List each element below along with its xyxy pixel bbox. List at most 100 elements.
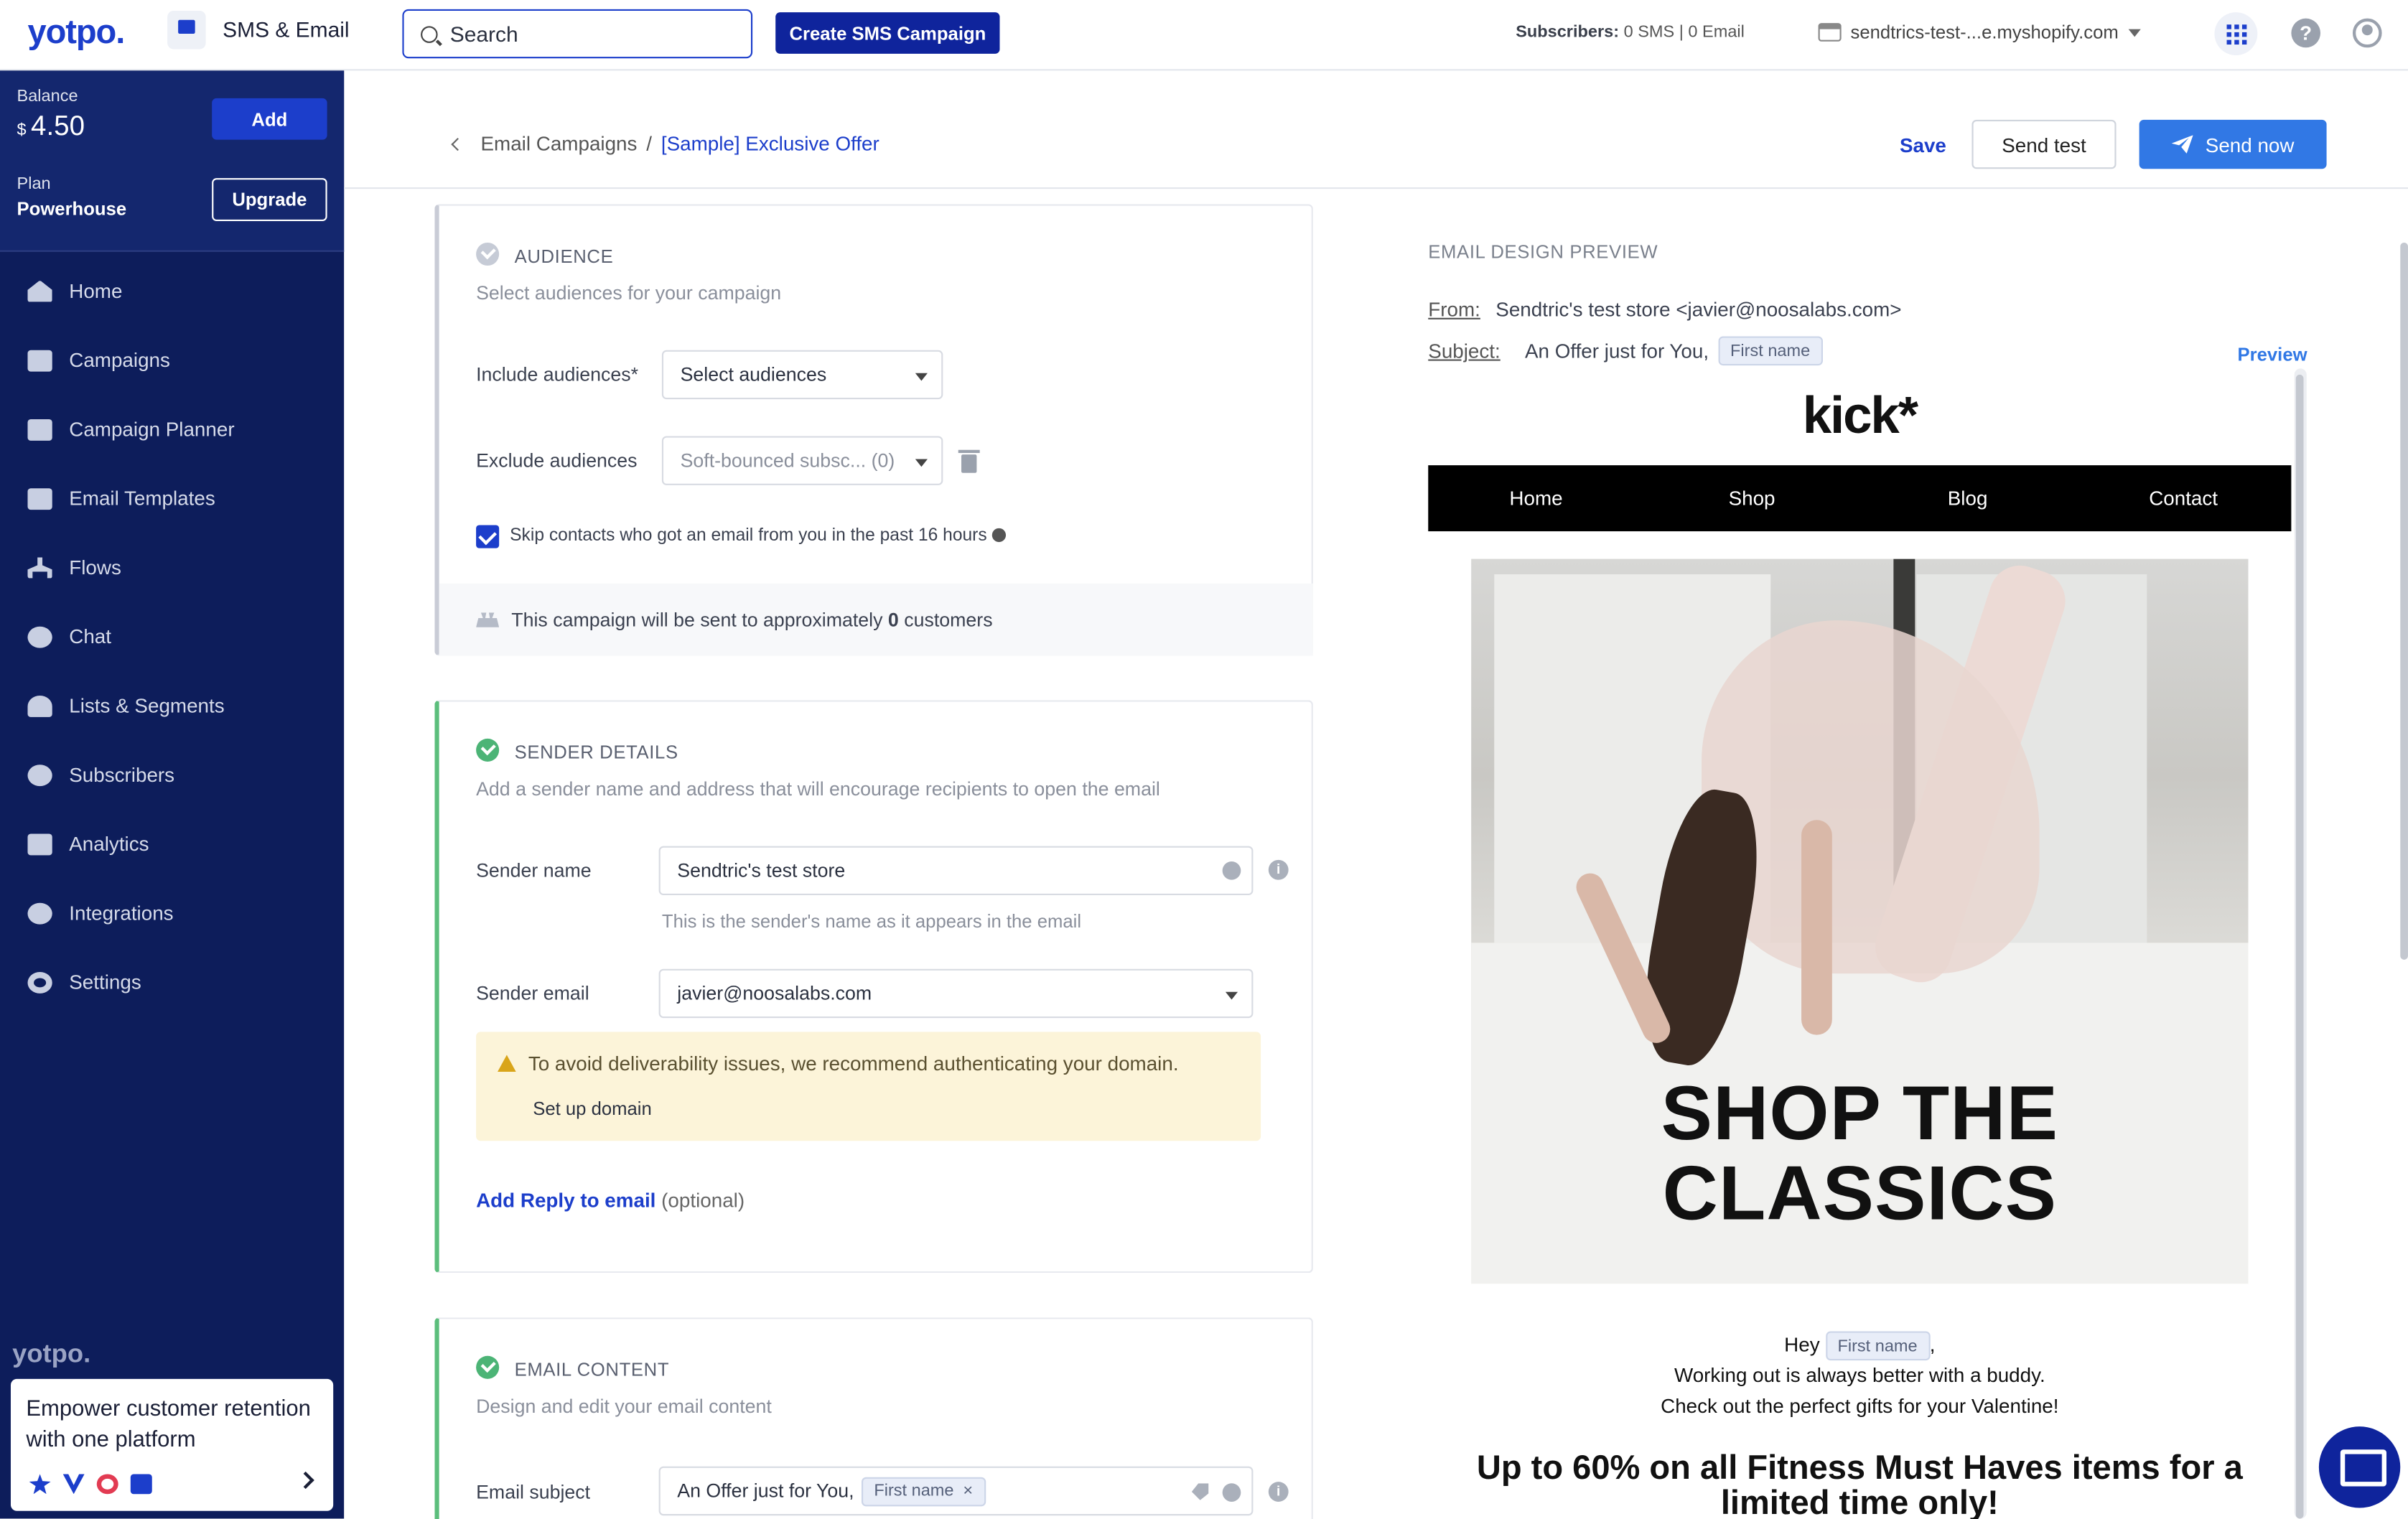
save-button[interactable]: Save (1900, 134, 1946, 156)
email-nav-home: Home (1509, 487, 1563, 510)
email-nav-contact: Contact (2149, 487, 2218, 510)
balance-panel: Balance $4.50 Add Plan Powerhouse Upgrad… (0, 70, 345, 252)
breadcrumb-separator: / (646, 131, 653, 156)
help-icon[interactable]: ? (2291, 18, 2321, 48)
sms-email-app-icon (167, 10, 206, 50)
page-scrollbar-thumb[interactable] (2400, 242, 2408, 960)
content-title: EMAIL CONTENT (514, 1359, 670, 1380)
chevron-right-icon (297, 1471, 314, 1490)
balance-value: $4.50 (17, 111, 85, 141)
preview-title: EMAIL DESIGN PREVIEW (1428, 240, 1658, 263)
skip-contacts-label: Skip contacts who got an email from you … (510, 527, 1006, 545)
plan-value: Powerhouse (17, 197, 127, 220)
email-promo-heading: Up to 60% on all Fitness Must Haves item… (1476, 1448, 2243, 1519)
sender-details-section: SENDER DETAILS Add a sender name and add… (434, 700, 1313, 1273)
send-now-button[interactable]: Send now (2139, 119, 2327, 169)
sidebar-item-campaigns[interactable]: Campaigns (0, 325, 344, 394)
chevron-down-icon (915, 373, 928, 381)
info-icon[interactable]: i (1268, 1482, 1289, 1502)
sidebar-item-analytics[interactable]: Analytics (0, 809, 344, 878)
skip-contacts-checkbox[interactable] (476, 525, 500, 548)
sender-email-label: Sender email (476, 982, 589, 1004)
chat-launcher-button[interactable] (2318, 1426, 2401, 1508)
upgrade-button[interactable]: Upgrade (212, 178, 327, 222)
sidebar-item-chat[interactable]: Chat (0, 602, 344, 670)
back-icon[interactable] (451, 136, 465, 151)
email-content-section: EMAIL CONTENT Design and edit your email… (434, 1317, 1313, 1519)
product-icons (29, 1474, 152, 1495)
hero-headline: SHOP THE CLASSICS (1661, 1070, 2058, 1236)
sidebar-item-flows[interactable]: Flows (0, 533, 344, 602)
sidebar-item-settings[interactable]: Settings (0, 948, 344, 1016)
email-subject-label: Email subject (476, 1482, 591, 1504)
trash-icon[interactable] (958, 449, 980, 473)
sidebar-item-lists-segments[interactable]: Lists & Segments (0, 671, 344, 740)
subscribers-icon (27, 764, 52, 786)
subscribers-email-count: 0 Email (1688, 23, 1745, 42)
sidebar-item-integrations[interactable]: Integrations (0, 879, 344, 948)
account-icon[interactable] (2352, 18, 2382, 48)
exclude-audiences-select[interactable]: Soft-bounced subsc... (0) (661, 436, 943, 485)
email-body-text: Hey First name, Working out is always be… (1428, 1329, 2291, 1421)
store-icon (1818, 23, 1842, 42)
audience-subtitle: Select audiences for your campaign (476, 282, 782, 304)
info-icon[interactable]: i (1268, 859, 1289, 880)
chevron-down-icon (915, 459, 928, 467)
add-balance-button[interactable]: Add (212, 98, 327, 140)
add-reply-to-link[interactable]: Add Reply to email (476, 1189, 655, 1212)
store-name: sendtrics-test-...e.myshopify.com (1850, 21, 2119, 43)
domain-warning: To avoid deliverability issues, we recom… (476, 1032, 1261, 1141)
preview-scrollbar-thumb[interactable] (2295, 374, 2304, 1519)
emoji-icon[interactable] (1222, 861, 1241, 880)
integrations-icon (27, 902, 52, 924)
plan-label: Plan (17, 174, 51, 194)
chat-icon (27, 625, 52, 648)
preview-link[interactable]: Preview (2238, 344, 2307, 365)
exclude-audiences-label: Exclude audiences (476, 449, 638, 472)
search-icon (421, 25, 438, 42)
audience-estimate: This campaign will be sent to approximat… (439, 583, 1313, 656)
sender-name-input[interactable]: Sendtric's test store (658, 846, 1254, 896)
first-name-tag: First name (1825, 1331, 1930, 1361)
warning-icon (498, 1055, 516, 1072)
audience-section: AUDIENCE Select audiences for your campa… (434, 204, 1313, 656)
include-audiences-select[interactable]: Select audiences (661, 350, 943, 400)
sidebar-item-subscribers[interactable]: Subscribers (0, 740, 344, 809)
email-hero-image: SHOP THE CLASSICS (1471, 558, 2249, 1284)
yotpo-logo[interactable]: yotpo. (28, 12, 126, 52)
send-icon (2171, 135, 2193, 154)
content-subtitle: Design and edit your email content (476, 1396, 772, 1418)
email-subject-input[interactable]: An Offer just for You, First name × (658, 1466, 1254, 1516)
sidebar-item-campaign-planner[interactable]: Campaign Planner (0, 395, 344, 464)
set-up-domain-link[interactable]: Set up domain (533, 1098, 652, 1119)
send-test-button[interactable]: Send test (1971, 119, 2117, 169)
breadcrumb: Email Campaigns / [Sample] Exclusive Off… (451, 131, 879, 156)
search-box[interactable] (402, 9, 753, 59)
email-brand-logo: kick* (1802, 387, 1918, 446)
promo-text: Empower customer retention with one plat… (26, 1397, 311, 1453)
top-bar: yotpo. SMS & Email Create SMS Campaign S… (0, 0, 2408, 71)
sidebar-item-home[interactable]: Home (0, 256, 344, 325)
create-sms-campaign-button[interactable]: Create SMS Campaign (775, 12, 1000, 54)
sidebar-item-email-templates[interactable]: Email Templates (0, 464, 344, 533)
preview-subject: Subject: An Offer just for You, First na… (1428, 336, 1823, 366)
platform-promo-card[interactable]: Empower customer retention with one plat… (10, 1378, 334, 1511)
emoji-icon[interactable] (1222, 1483, 1241, 1502)
search-input[interactable] (449, 21, 727, 47)
add-reply-to: Add Reply to email (optional) (476, 1188, 745, 1212)
campaigns-icon (27, 349, 52, 371)
email-nav-blog: Blog (1947, 487, 1988, 510)
flows-icon (27, 556, 52, 579)
home-icon (27, 280, 52, 302)
store-selector[interactable]: sendtrics-test-...e.myshopify.com (1818, 21, 2140, 43)
sender-email-select[interactable]: javier@noosalabs.com (658, 968, 1254, 1019)
apps-grid-icon[interactable] (2214, 12, 2258, 56)
app-name: SMS & Email (223, 17, 350, 42)
remove-tag-icon[interactable]: × (963, 1482, 973, 1500)
info-icon[interactable] (991, 528, 1006, 543)
subscriptions-icon (96, 1474, 118, 1495)
breadcrumb-email-campaigns[interactable]: Email Campaigns (481, 132, 638, 155)
preview-from: From: Sendtric's test store <javier@noosa… (1428, 297, 1902, 322)
subscribers-sms-count: 0 SMS (1623, 23, 1675, 42)
reviews-star-icon (29, 1474, 51, 1495)
